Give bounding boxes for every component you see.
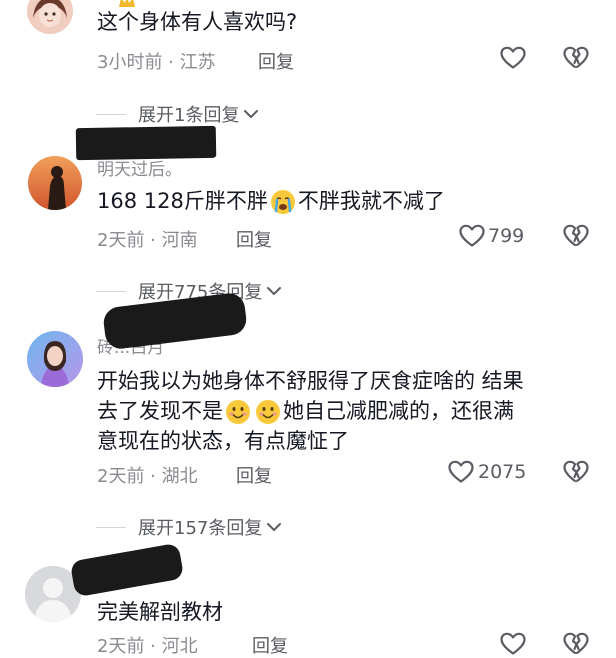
heart-outline-icon[interactable] <box>500 46 526 70</box>
broken-heart-icon[interactable] <box>563 460 589 484</box>
divider <box>96 113 126 115</box>
comment-text-line: 去了发现不是 她自己减肥减的，还很满 <box>97 396 514 426</box>
smiling-emoji-icon <box>256 400 280 424</box>
chevron-down-icon <box>267 287 282 295</box>
comment-text-line: 意现在的状态，有点魔怔了 <box>97 429 349 453</box>
comment-meta: 2天前 · 河北 <box>97 636 198 657</box>
comment-text-part: 168 128斤胖不胖 <box>97 189 268 213</box>
heart-outline-icon[interactable] <box>459 224 485 248</box>
smiling-emoji-icon <box>226 400 250 424</box>
expand-replies-label: 展开157条回复 <box>138 518 263 539</box>
broken-heart-icon[interactable] <box>563 632 589 656</box>
broken-heart-icon[interactable] <box>563 224 589 248</box>
redaction-mark <box>69 542 185 598</box>
comment-text-part: 去了发现不是 <box>97 399 223 423</box>
avatar[interactable] <box>27 0 73 34</box>
comment-text-part: 她自己减肥减的，还很满 <box>283 399 514 423</box>
comment-text: 完美解剖教材 <box>97 600 223 624</box>
comment-text: 168 128斤胖不胖 不胖我就不减了 <box>97 186 445 216</box>
heart-outline-icon[interactable] <box>448 460 474 484</box>
divider <box>96 290 126 292</box>
reply-button[interactable]: 回复 <box>236 226 272 252</box>
comment-text-part: 不胖我就不减了 <box>297 189 445 213</box>
comment-text-line: 开始我以为她身体不舒服得了厌食症啥的 结果 <box>97 369 524 393</box>
expand-replies-label: 展开1条回复 <box>138 105 240 126</box>
reply-button[interactable]: 回复 <box>236 462 272 488</box>
comment-meta: 2天前 · 湖北 <box>97 466 198 487</box>
comment-meta: 3小时前 · 江苏 <box>97 52 216 73</box>
like-count: 799 <box>488 225 525 247</box>
expand-replies-button[interactable]: 展开157条回复 <box>96 515 282 539</box>
chevron-down-icon <box>267 523 282 531</box>
username[interactable]: 明天过后。 <box>97 155 182 180</box>
reply-button[interactable]: 回复 <box>252 632 288 658</box>
expand-replies-button[interactable]: 展开1条回复 <box>96 102 259 126</box>
chevron-down-icon <box>244 110 259 118</box>
avatar[interactable] <box>28 156 82 210</box>
crying-emoji-icon <box>270 190 295 214</box>
like-count: 2075 <box>478 461 527 483</box>
comment-text: 这个身体有人喜欢吗? <box>97 10 298 34</box>
avatar[interactable] <box>27 331 83 387</box>
divider <box>96 526 126 528</box>
heart-outline-icon[interactable] <box>500 632 526 656</box>
comment-meta: 2天前 · 河南 <box>97 230 198 251</box>
reply-button[interactable]: 回复 <box>258 48 294 74</box>
broken-heart-icon[interactable] <box>563 46 589 70</box>
